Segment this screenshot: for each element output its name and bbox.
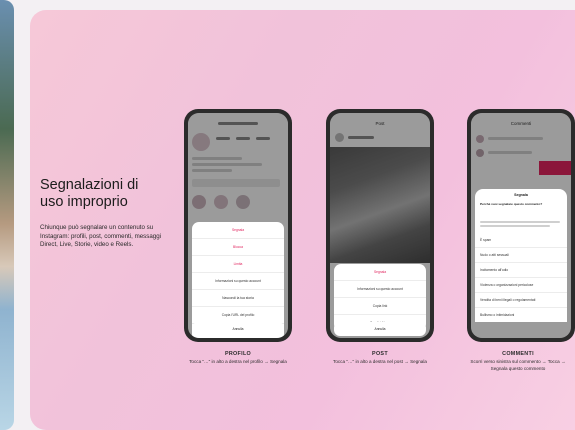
cancel-button[interactable]: Annulla: [192, 322, 284, 336]
report-reason-nudity[interactable]: Nudo o atti sessuali: [475, 248, 567, 263]
caption-text-comments: Scorri verso sinistra sul commento → Toc…: [470, 359, 566, 371]
caption-post: POST Tocca "…" in alto a destra nel post…: [322, 351, 438, 365]
adjacent-slide-image: [0, 0, 14, 430]
caption-comments: COMMENTI Scorri verso sinistra sul comme…: [462, 351, 574, 372]
phone-mockup-post: Post Segnala Informazioni su questo acco…: [326, 109, 434, 342]
info-card: Segnalazioni di uso improprio Chiunque p…: [30, 10, 575, 430]
page-title-line-2: uso improprio: [40, 194, 128, 210]
menu-item-restrict[interactable]: Limita: [192, 256, 284, 273]
report-reason-spam[interactable]: È spam: [475, 233, 567, 248]
sheet-header: Segnala: [514, 192, 528, 197]
report-reason-illegal-goods[interactable]: Vendita di beni illegali o regolamentati: [475, 293, 567, 308]
caption-text-post: Tocca "…" in alto a destra nel post → Se…: [333, 359, 427, 364]
caption-title-post: POST: [372, 351, 388, 357]
action-sheet-post: Segnala Informazioni su questo account C…: [334, 264, 426, 331]
report-reason-violence[interactable]: Violenza o organizzazioni pericolose: [475, 278, 567, 293]
menu-item-account-info[interactable]: Informazioni su questo account: [334, 281, 426, 298]
report-reason-hate-speech[interactable]: Incitamento all'odio: [475, 263, 567, 278]
phone-mockup-profile: Segnala Blocca Limita Informazioni su qu…: [184, 109, 292, 342]
menu-item-hide-story[interactable]: Nascondi la tua storia: [192, 290, 284, 307]
menu-item-block[interactable]: Blocca: [192, 239, 284, 256]
description-text: Chiunque può segnalare un contenuto su I…: [40, 224, 162, 249]
caption-profile: PROFILO Tocca "…" in alto a destra nel p…: [180, 351, 296, 365]
caption-title-profile: PROFILO: [224, 351, 252, 357]
report-question: Perché vuoi segnalare questo commento?: [480, 202, 543, 206]
cancel-button[interactable]: Annulla: [334, 322, 426, 336]
menu-item-report[interactable]: Segnala: [334, 264, 426, 281]
phone-screen-post: Post Segnala Informazioni su questo acco…: [330, 113, 430, 338]
page-title: Segnalazioni di uso improprio: [40, 177, 160, 211]
phone-mockup-comments: Commenti Segnala Perché vuoi segnalare q…: [467, 109, 575, 342]
report-sheet-comments: Segnala Perché vuoi segnalare questo com…: [475, 189, 567, 322]
phone-screen-profile: Segnala Blocca Limita Informazioni su qu…: [188, 113, 288, 338]
caption-title-comments: COMMENTI: [502, 351, 534, 357]
menu-item-copy-link[interactable]: Copia link: [334, 298, 426, 315]
report-reason-bullying[interactable]: Bullismo o intimidazioni: [475, 308, 567, 322]
caption-text-profile: Tocca "…" in alto a destra nel profilo →…: [189, 359, 287, 364]
menu-item-report[interactable]: Segnala: [192, 222, 284, 239]
action-sheet-profile: Segnala Blocca Limita Informazioni su qu…: [192, 222, 284, 338]
page-title-line-1: Segnalazioni di: [40, 177, 139, 193]
phone-screen-comments: Commenti Segnala Perché vuoi segnalare q…: [471, 113, 571, 338]
menu-item-account-info[interactable]: Informazioni su questo account: [192, 273, 284, 290]
